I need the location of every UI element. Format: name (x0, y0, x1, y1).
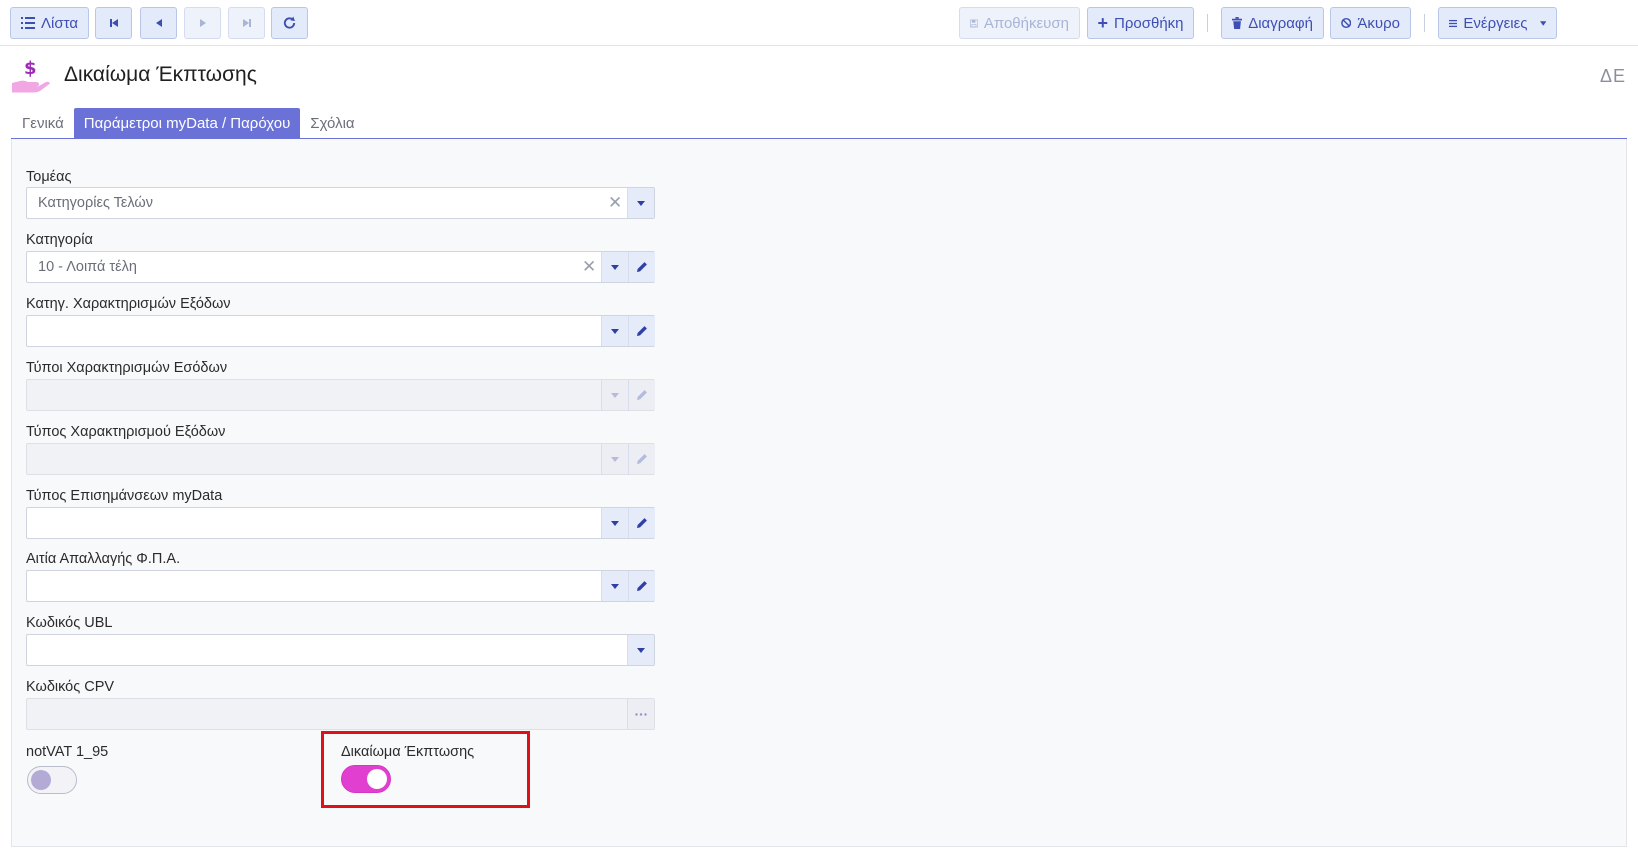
category-select[interactable]: 10 - Λοιπά τέλη ✕ (26, 251, 655, 283)
not-vat-toggle[interactable] (27, 766, 77, 794)
caret-down-icon (611, 392, 619, 398)
save-icon (970, 19, 978, 27)
category-label: Κατηγορία (26, 232, 93, 248)
toolbar-divider (1207, 14, 1208, 32)
refresh-icon (283, 16, 296, 29)
add-button-label: Προσθήκη (1114, 14, 1184, 32)
previous-icon (155, 19, 162, 27)
caret-down-icon (637, 200, 645, 206)
pencil-icon (637, 581, 647, 591)
caret-down-icon (611, 520, 619, 526)
hand-dollar-icon: $ (10, 56, 50, 94)
toggle-knob (31, 770, 51, 790)
menu-icon (1449, 19, 1458, 27)
ellipsis-icon (635, 712, 647, 716)
actions-menu-button[interactable]: Ενέργειες (1438, 7, 1557, 39)
cpv-code-field[interactable] (26, 698, 655, 730)
ubl-code-select[interactable] (26, 634, 655, 666)
tab-bar: Γενικά Παράμετροι myData / Παρόχου Σχόλι… (12, 108, 365, 138)
income-char-types-dropdown-button[interactable] (601, 380, 628, 410)
tab-comments[interactable]: Σχόλια (300, 108, 364, 138)
vat-exemption-reason-dropdown-button[interactable] (601, 571, 628, 601)
caret-down-icon (611, 264, 619, 270)
income-char-types-label: Τύποι Χαρακτηρισμών Εσόδων (26, 360, 228, 376)
pencil-icon (637, 390, 647, 400)
expense-char-category-edit-button[interactable] (628, 316, 655, 346)
expense-char-type-label: Τύπος Χαρακτηρισμού Εξόδων (26, 424, 226, 440)
pencil-icon (637, 518, 647, 528)
expense-char-type-dropdown-button[interactable] (601, 444, 628, 474)
previous-record-button[interactable] (140, 7, 177, 39)
sector-select[interactable]: Κατηγορίες Τελών ✕ (26, 187, 655, 219)
trash-icon (1232, 17, 1243, 29)
list-button[interactable]: Λίστα (10, 7, 89, 39)
ubl-code-label: Κωδικός UBL (26, 615, 113, 631)
next-icon (199, 19, 206, 27)
caret-down-icon (1539, 20, 1546, 26)
category-dropdown-button[interactable] (601, 252, 628, 282)
caret-down-icon (637, 647, 645, 653)
income-char-types-select[interactable] (26, 379, 655, 411)
expense-char-category-label: Κατηγ. Χαρακτηρισμών Εξόδων (26, 296, 231, 312)
pencil-icon (637, 262, 647, 272)
sector-label: Τομέας (26, 169, 72, 185)
ubl-code-dropdown-button[interactable] (627, 635, 654, 665)
list-icon (21, 17, 35, 29)
plus-icon: + (1097, 13, 1109, 33)
vat-exemption-reason-label: Αιτία Απαλλαγής Φ.Π.Α. (26, 551, 181, 567)
not-vat-label: notVAT 1_95 (26, 744, 109, 760)
sector-value: Κατηγορίες Τελών (38, 195, 154, 211)
delete-button-label: Διαγραφή (1248, 14, 1313, 32)
expense-char-category-select[interactable] (26, 315, 655, 347)
caret-down-icon (611, 456, 619, 462)
highlight-annotation (321, 731, 530, 808)
add-button[interactable]: + Προσθήκη (1087, 7, 1194, 39)
actions-button-label: Ενέργειες (1463, 14, 1528, 32)
last-record-button[interactable] (228, 7, 265, 39)
last-icon (242, 19, 251, 27)
expense-char-type-select[interactable] (26, 443, 655, 475)
mydata-remarks-type-edit-button[interactable] (628, 508, 655, 538)
mydata-remarks-type-label: Τύπος Επισημάνσεων myData (26, 488, 223, 504)
mydata-remarks-type-dropdown-button[interactable] (601, 508, 628, 538)
cancel-button-label: Άκυρο (1357, 14, 1400, 32)
svg-text:$: $ (24, 58, 37, 79)
cpv-code-label: Κωδικός CPV (26, 679, 115, 695)
vat-exemption-reason-select[interactable] (26, 570, 655, 602)
expense-char-type-edit-button[interactable] (628, 444, 655, 474)
tab-mydata-parameters[interactable]: Παράμετροι myData / Παρόχου (73, 108, 301, 138)
next-record-button[interactable] (184, 7, 221, 39)
caret-down-icon (611, 583, 619, 589)
category-edit-button[interactable] (628, 252, 655, 282)
first-icon (109, 19, 118, 27)
first-record-button[interactable] (95, 7, 132, 39)
cancel-button[interactable]: Άκυρο (1330, 7, 1411, 39)
form-panel (11, 139, 1627, 847)
tab-general[interactable]: Γενικά (12, 108, 74, 138)
refresh-button[interactable] (271, 7, 308, 39)
language-code[interactable]: ΔΕ (1600, 66, 1626, 87)
clear-icon[interactable]: ✕ (582, 257, 596, 277)
category-value: 10 - Λοιπά τέλη (38, 259, 137, 275)
list-button-label: Λίστα (41, 14, 78, 32)
toolbar: Λίστα Αποθήκευση + Προσθήκη Διαγραφή Άκυ… (0, 0, 1638, 46)
page-title: Δικαίωμα Έκπτωσης (64, 63, 257, 86)
toolbar-divider (1424, 14, 1425, 32)
cpv-lookup-button[interactable] (627, 699, 654, 729)
delete-button[interactable]: Διαγραφή (1221, 7, 1324, 39)
pencil-icon (637, 454, 647, 464)
pencil-icon (637, 326, 647, 336)
mydata-remarks-type-select[interactable] (26, 507, 655, 539)
caret-down-icon (611, 328, 619, 334)
clear-icon[interactable]: ✕ (608, 193, 622, 213)
save-button[interactable]: Αποθήκευση (959, 7, 1080, 39)
income-char-types-edit-button[interactable] (628, 380, 655, 410)
expense-char-category-dropdown-button[interactable] (601, 316, 628, 346)
save-button-label: Αποθήκευση (983, 14, 1069, 32)
vat-exemption-reason-edit-button[interactable] (628, 571, 655, 601)
sector-dropdown-button[interactable] (627, 188, 654, 218)
ban-icon (1341, 17, 1352, 29)
